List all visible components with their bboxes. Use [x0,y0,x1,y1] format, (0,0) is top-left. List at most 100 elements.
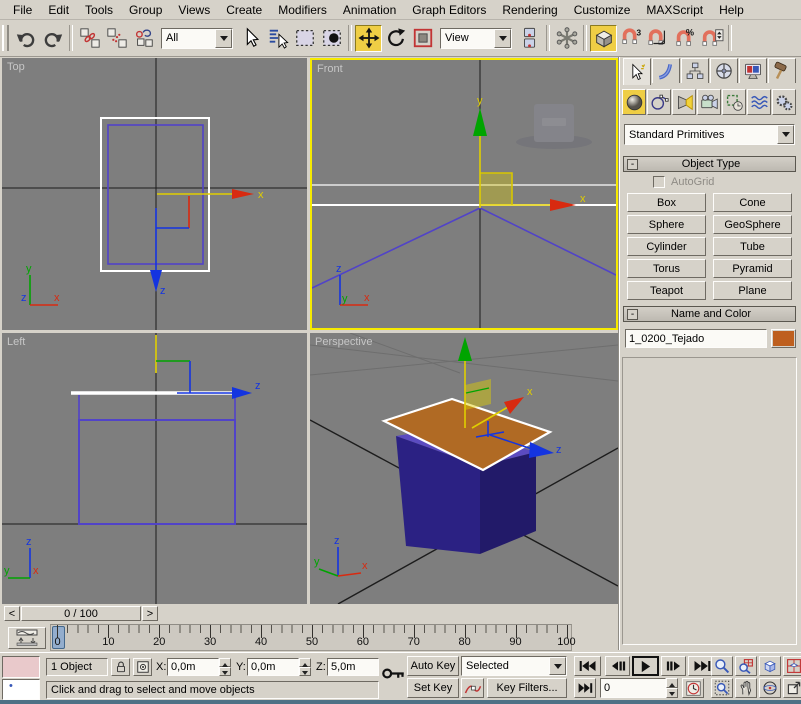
viewport-left-label[interactable]: Left [7,336,25,348]
display-tab[interactable] [739,58,767,83]
name-color-rollout-header[interactable]: - Name and Color [623,306,796,322]
select-by-name-icon[interactable] [264,25,291,52]
pivot-center-icon[interactable] [516,25,543,52]
maxscript-listener-script[interactable]: • [2,679,40,700]
move-icon[interactable] [355,25,382,52]
viewport-perspective-label[interactable]: Perspective [315,336,372,348]
zoom-icon[interactable] [711,656,733,676]
scale-icon[interactable] [409,25,436,52]
gizmo-x-arrow[interactable] [504,397,524,414]
cameras-icon[interactable] [697,89,721,115]
viewport-top-label[interactable]: Top [7,61,25,73]
pan-icon[interactable] [735,678,757,698]
primitive-button[interactable]: Tube [713,237,792,256]
viewport-front-label[interactable]: Front [317,63,343,75]
hierarchy-tab[interactable] [681,58,709,83]
unlink-icon[interactable] [103,25,130,52]
systems-icon[interactable] [772,89,796,115]
lights-icon[interactable] [672,89,696,115]
snap-toggle-icon[interactable] [590,25,617,52]
rect-selection-icon[interactable] [291,25,318,52]
modify-tab[interactable] [652,58,680,83]
collapse-icon[interactable]: - [627,159,638,170]
primitive-button[interactable]: Sphere [627,215,706,234]
menu-item[interactable]: Edit [41,1,76,19]
primitive-button[interactable]: Teapot [627,281,706,300]
set-key-button[interactable]: Set Key [407,678,459,698]
current-frame-field[interactable]: 0 [600,678,666,698]
reference-coord-dropdown[interactable]: View [440,28,512,49]
viewport-left[interactable]: Left z z y x [2,333,307,604]
category-dropdown[interactable]: Standard Primitives [624,124,795,145]
key-icon[interactable] [382,665,406,682]
menu-item[interactable]: File [6,1,39,19]
undo-icon[interactable] [12,25,39,52]
percent-snap-icon[interactable]: % [671,25,698,52]
viewport-top[interactable]: Top x z y z x [2,58,307,330]
select-icon[interactable] [237,25,264,52]
mini-curve-editor-button[interactable] [8,627,46,649]
coord-x-field[interactable]: 0,0m [167,658,219,676]
box-wireframe[interactable] [480,208,616,275]
viewport-front[interactable]: Front y x [310,58,618,330]
coord-x-spinner[interactable] [219,658,231,676]
spinner-snap-icon[interactable] [698,25,725,52]
primitive-button[interactable]: Plane [713,281,792,300]
box-wireframe[interactable] [79,420,235,524]
create-tab[interactable] [623,58,651,85]
chevron-down-icon[interactable] [215,29,232,48]
previous-frame-icon[interactable] [605,656,630,676]
chevron-down-icon[interactable] [549,657,566,675]
gizmo-y-arrow[interactable] [458,337,472,361]
primitive-button[interactable]: Cone [713,193,792,212]
helpers-icon[interactable] [722,89,746,115]
link-icon[interactable] [76,25,103,52]
object-name-input[interactable]: 1_0200_Tejado [625,329,767,348]
previous-key-button[interactable]: < [4,606,20,621]
object-color-swatch[interactable] [771,329,796,348]
maxscript-listener-macro[interactable] [2,656,40,678]
primitive-button[interactable]: Box [627,193,706,212]
menu-item[interactable]: Views [171,1,217,19]
gizmo-x-arrow[interactable] [550,199,576,211]
chevron-down-icon[interactable] [494,29,511,48]
primitive-button[interactable]: GeoSphere [713,215,792,234]
box-wireframe[interactable] [312,208,480,288]
lock-selection-icon[interactable] [111,658,130,676]
menu-item[interactable]: MAXScript [639,1,710,19]
menu-item[interactable]: Tools [78,1,120,19]
gizmo-y-arrow[interactable] [473,108,487,136]
frame-indicator-button[interactable]: 0 / 100 [21,606,141,621]
transform-typein-icon[interactable] [133,658,152,676]
key-mode-icon[interactable] [574,678,596,698]
shapes-icon[interactable] [647,89,671,115]
time-config-icon[interactable] [682,678,704,698]
selection-filter-dropdown[interactable]: All [161,28,233,49]
manipulate-icon[interactable] [553,25,580,52]
bind-spacewarp-icon[interactable] [130,25,157,52]
timeline-ruler[interactable]: 0102030405060708090100 [50,624,572,651]
zoom-all-icon[interactable] [735,656,757,676]
spacewarps-icon[interactable] [747,89,771,115]
menu-item[interactable]: Customize [567,1,638,19]
next-key-button[interactable]: > [142,606,158,621]
gizmo-z-arrow[interactable] [232,387,252,399]
menu-item[interactable]: Create [219,1,269,19]
default-tangent-icon[interactable] [461,678,484,698]
angle-snap-icon[interactable] [644,25,671,52]
next-frame-icon[interactable] [661,656,686,676]
menu-item[interactable]: Help [712,1,751,19]
min-max-toggle-icon[interactable] [783,678,801,698]
window-crossing-icon[interactable] [318,25,345,52]
play-icon[interactable] [632,656,659,676]
frame-spinner[interactable] [666,678,678,698]
geometry-icon[interactable] [622,89,646,115]
primitive-button[interactable]: Torus [627,259,706,278]
utilities-tab[interactable] [768,58,796,83]
menu-item[interactable]: Group [122,1,169,19]
object-type-rollout-header[interactable]: - Object Type [623,156,796,172]
redo-icon[interactable] [39,25,66,52]
menu-item[interactable]: Animation [336,1,403,19]
menu-item[interactable]: Graph Editors [405,1,493,19]
go-to-start-icon[interactable] [574,656,601,676]
